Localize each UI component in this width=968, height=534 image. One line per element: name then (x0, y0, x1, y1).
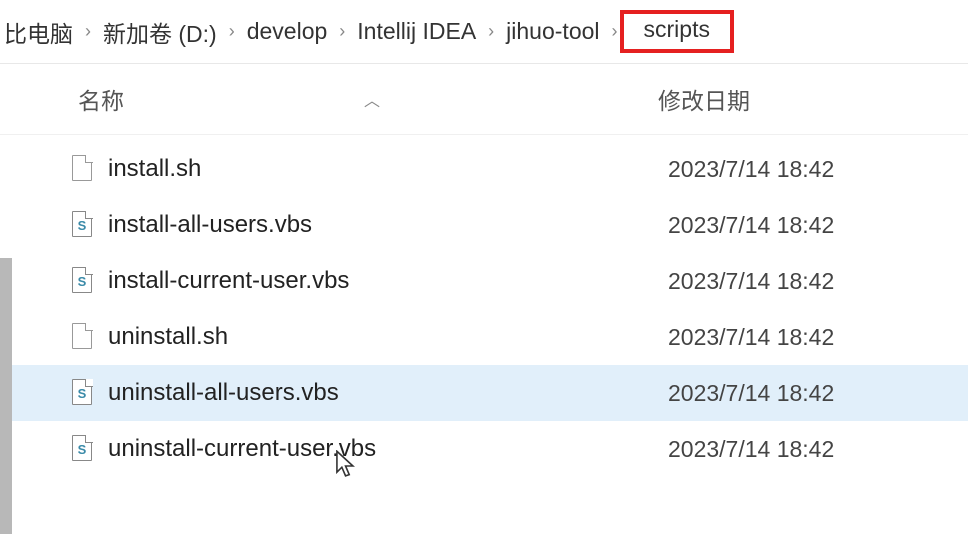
file-date: 2023/7/14 18:42 (668, 268, 834, 295)
sort-ascending-icon: ︿ (364, 87, 380, 111)
file-date: 2023/7/14 18:42 (668, 156, 834, 183)
file-name: install.sh (108, 155, 668, 183)
file-icon (72, 323, 96, 351)
breadcrumb-item-2[interactable]: develop (243, 18, 332, 45)
file-row[interactable]: Suninstall-current-user.vbs2023/7/14 18:… (0, 421, 968, 477)
column-date-label: 修改日期 (658, 88, 750, 114)
vbs-file-icon: S (72, 267, 96, 295)
file-name: uninstall-current-user.vbs (108, 435, 668, 463)
file-date: 2023/7/14 18:42 (668, 212, 834, 239)
vbs-file-icon: S (72, 435, 96, 463)
file-name: uninstall-all-users.vbs (108, 379, 668, 407)
chevron-right-icon: › (331, 21, 353, 42)
column-header-date[interactable]: 修改日期 (658, 82, 968, 116)
file-name: install-all-users.vbs (108, 211, 668, 239)
breadcrumb-item-3[interactable]: Intellij IDEA (353, 18, 480, 45)
breadcrumb-item-1[interactable]: 新加卷 (D:) (99, 15, 221, 49)
chevron-right-icon: › (221, 21, 243, 42)
file-list: install.sh2023/7/14 18:42Sinstall-all-us… (0, 135, 968, 477)
left-panel-edge (0, 258, 12, 534)
file-name: install-current-user.vbs (108, 267, 668, 295)
file-icon (72, 155, 96, 183)
file-name: uninstall.sh (108, 323, 668, 351)
breadcrumb-item-5[interactable]: scripts (620, 10, 734, 53)
column-header-name[interactable]: 名称 ︿ (78, 82, 658, 116)
columns-header: 名称 ︿ 修改日期 (0, 64, 968, 135)
breadcrumb-item-0[interactable]: 比电脑 (0, 15, 77, 49)
breadcrumb-item-4[interactable]: jihuo-tool (502, 18, 603, 45)
file-row[interactable]: Sinstall-current-user.vbs2023/7/14 18:42 (0, 253, 968, 309)
file-date: 2023/7/14 18:42 (668, 324, 834, 351)
column-name-label: 名称 (78, 82, 124, 116)
file-row[interactable]: Suninstall-all-users.vbs2023/7/14 18:42 (0, 365, 968, 421)
chevron-right-icon: › (77, 21, 99, 42)
vbs-file-icon: S (72, 379, 96, 407)
file-row[interactable]: install.sh2023/7/14 18:42 (0, 141, 968, 197)
file-date: 2023/7/14 18:42 (668, 436, 834, 463)
breadcrumb[interactable]: 比电脑 › 新加卷 (D:) › develop › Intellij IDEA… (0, 0, 968, 64)
file-row[interactable]: uninstall.sh2023/7/14 18:42 (0, 309, 968, 365)
file-date: 2023/7/14 18:42 (668, 380, 834, 407)
file-row[interactable]: Sinstall-all-users.vbs2023/7/14 18:42 (0, 197, 968, 253)
vbs-file-icon: S (72, 211, 96, 239)
chevron-right-icon: › (480, 21, 502, 42)
